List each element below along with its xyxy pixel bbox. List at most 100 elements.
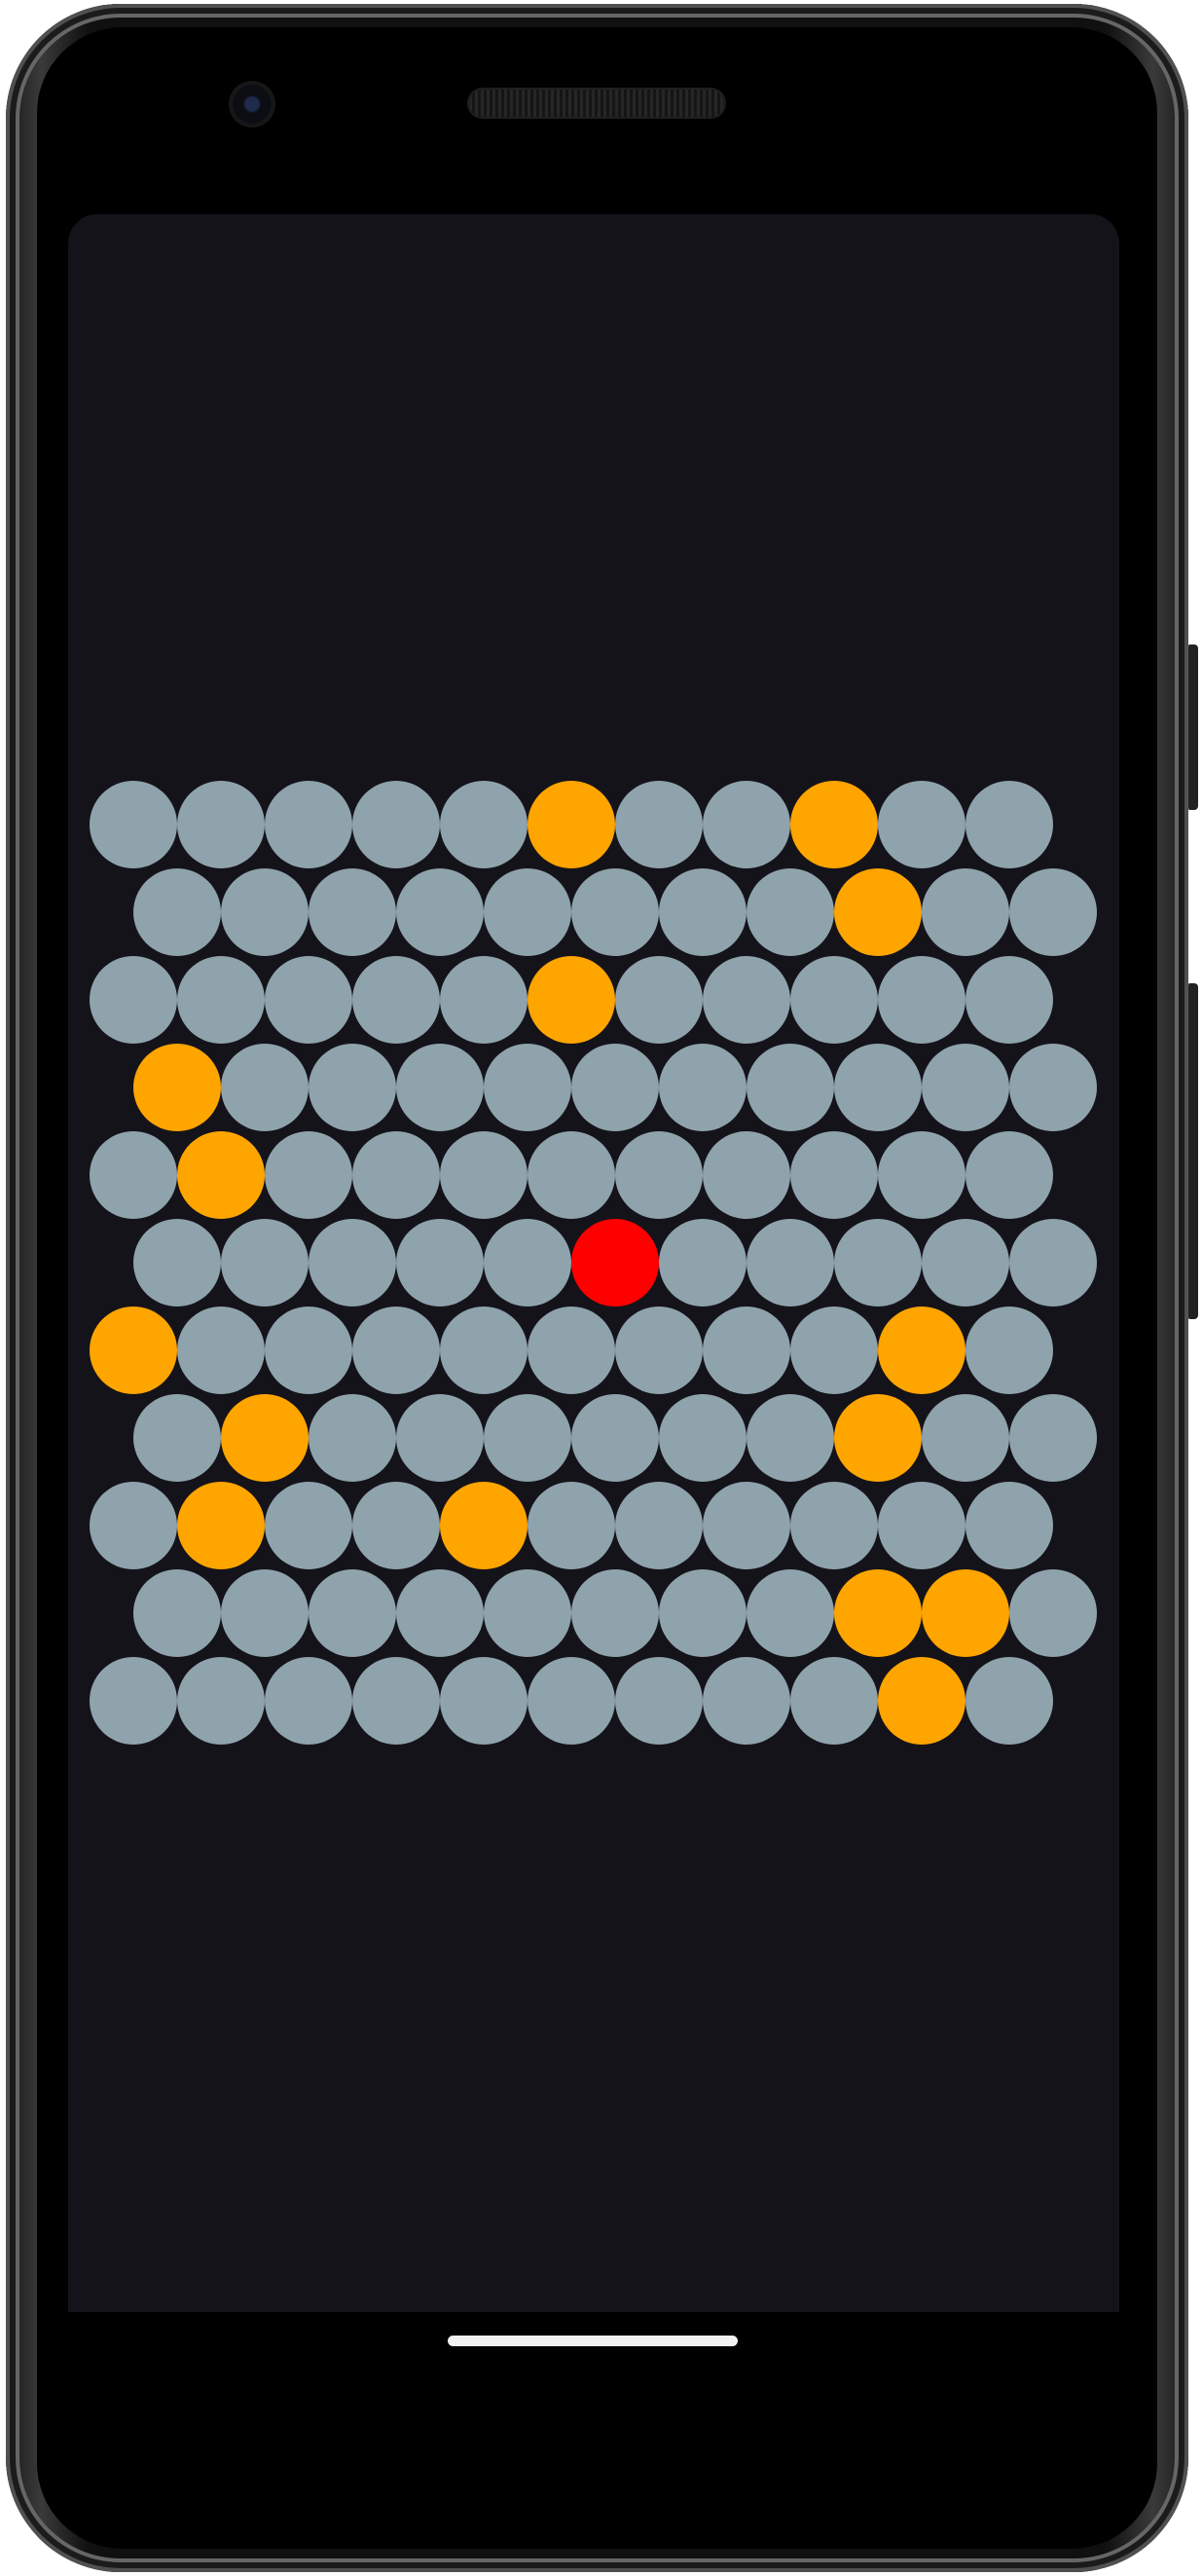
empty-circle[interactable] bbox=[309, 1394, 396, 1482]
empty-circle[interactable] bbox=[484, 1044, 571, 1131]
empty-circle[interactable] bbox=[1009, 1219, 1097, 1306]
empty-circle[interactable] bbox=[571, 1394, 659, 1482]
empty-circle[interactable] bbox=[922, 1044, 1009, 1131]
empty-circle[interactable] bbox=[440, 1131, 528, 1219]
empty-circle[interactable] bbox=[484, 1569, 571, 1657]
empty-circle[interactable] bbox=[834, 1044, 922, 1131]
empty-circle[interactable] bbox=[834, 1219, 922, 1306]
empty-circle[interactable] bbox=[615, 1306, 703, 1394]
empty-circle[interactable] bbox=[528, 1482, 615, 1569]
empty-circle[interactable] bbox=[615, 781, 703, 868]
empty-circle[interactable] bbox=[90, 781, 177, 868]
empty-circle[interactable] bbox=[309, 868, 396, 956]
empty-circle[interactable] bbox=[221, 1044, 309, 1131]
empty-circle[interactable] bbox=[922, 868, 1009, 956]
empty-circle[interactable] bbox=[965, 1306, 1053, 1394]
empty-circle[interactable] bbox=[440, 781, 528, 868]
empty-circle[interactable] bbox=[790, 956, 878, 1044]
empty-circle[interactable] bbox=[221, 868, 309, 956]
empty-circle[interactable] bbox=[659, 1569, 747, 1657]
empty-circle[interactable] bbox=[615, 1131, 703, 1219]
empty-circle[interactable] bbox=[484, 868, 571, 956]
empty-circle[interactable] bbox=[703, 781, 790, 868]
empty-circle[interactable] bbox=[440, 956, 528, 1044]
empty-circle[interactable] bbox=[352, 1131, 440, 1219]
empty-circle[interactable] bbox=[703, 1306, 790, 1394]
empty-circle[interactable] bbox=[309, 1569, 396, 1657]
empty-circle[interactable] bbox=[221, 1569, 309, 1657]
empty-circle[interactable] bbox=[659, 1044, 747, 1131]
empty-circle[interactable] bbox=[90, 1482, 177, 1569]
empty-circle[interactable] bbox=[965, 1482, 1053, 1569]
empty-circle[interactable] bbox=[440, 1306, 528, 1394]
empty-circle[interactable] bbox=[878, 1131, 965, 1219]
empty-circle[interactable] bbox=[352, 956, 440, 1044]
empty-circle[interactable] bbox=[790, 1306, 878, 1394]
empty-circle[interactable] bbox=[659, 1394, 747, 1482]
empty-circle[interactable] bbox=[922, 1394, 1009, 1482]
empty-circle[interactable] bbox=[221, 1219, 309, 1306]
empty-circle[interactable] bbox=[790, 1131, 878, 1219]
empty-circle[interactable] bbox=[965, 1131, 1053, 1219]
empty-circle[interactable] bbox=[265, 1657, 352, 1745]
empty-circle[interactable] bbox=[1009, 1569, 1097, 1657]
empty-circle[interactable] bbox=[396, 1569, 484, 1657]
empty-circle[interactable] bbox=[440, 1657, 528, 1745]
empty-circle[interactable] bbox=[133, 1569, 221, 1657]
empty-circle[interactable] bbox=[177, 781, 265, 868]
empty-circle[interactable] bbox=[396, 1219, 484, 1306]
empty-circle[interactable] bbox=[703, 956, 790, 1044]
empty-circle[interactable] bbox=[352, 781, 440, 868]
empty-circle[interactable] bbox=[396, 1044, 484, 1131]
empty-circle[interactable] bbox=[747, 1569, 834, 1657]
empty-circle[interactable] bbox=[90, 1131, 177, 1219]
empty-circle[interactable] bbox=[352, 1306, 440, 1394]
empty-circle[interactable] bbox=[528, 1131, 615, 1219]
empty-circle[interactable] bbox=[265, 781, 352, 868]
home-indicator[interactable] bbox=[448, 2336, 738, 2346]
empty-circle[interactable] bbox=[615, 956, 703, 1044]
empty-circle[interactable] bbox=[265, 1131, 352, 1219]
empty-circle[interactable] bbox=[1009, 1394, 1097, 1482]
empty-circle[interactable] bbox=[177, 1306, 265, 1394]
empty-circle[interactable] bbox=[747, 1044, 834, 1131]
empty-circle[interactable] bbox=[659, 1219, 747, 1306]
empty-circle[interactable] bbox=[265, 1306, 352, 1394]
empty-circle[interactable] bbox=[484, 1219, 571, 1306]
empty-circle[interactable] bbox=[878, 956, 965, 1044]
empty-circle[interactable] bbox=[90, 1657, 177, 1745]
empty-circle[interactable] bbox=[571, 1044, 659, 1131]
empty-circle[interactable] bbox=[528, 1657, 615, 1745]
empty-circle[interactable] bbox=[484, 1394, 571, 1482]
empty-circle[interactable] bbox=[396, 1394, 484, 1482]
empty-circle[interactable] bbox=[747, 1394, 834, 1482]
empty-circle[interactable] bbox=[1009, 868, 1097, 956]
empty-circle[interactable] bbox=[703, 1131, 790, 1219]
empty-circle[interactable] bbox=[309, 1044, 396, 1131]
empty-circle[interactable] bbox=[747, 1219, 834, 1306]
empty-circle[interactable] bbox=[133, 1219, 221, 1306]
empty-circle[interactable] bbox=[747, 868, 834, 956]
empty-circle[interactable] bbox=[790, 1657, 878, 1745]
empty-circle[interactable] bbox=[878, 781, 965, 868]
empty-circle[interactable] bbox=[133, 868, 221, 956]
empty-circle[interactable] bbox=[265, 956, 352, 1044]
empty-circle[interactable] bbox=[396, 868, 484, 956]
empty-circle[interactable] bbox=[571, 868, 659, 956]
empty-circle[interactable] bbox=[309, 1219, 396, 1306]
empty-circle[interactable] bbox=[177, 1657, 265, 1745]
empty-circle[interactable] bbox=[133, 1394, 221, 1482]
empty-circle[interactable] bbox=[703, 1657, 790, 1745]
empty-circle[interactable] bbox=[615, 1657, 703, 1745]
empty-circle[interactable] bbox=[352, 1657, 440, 1745]
empty-circle[interactable] bbox=[528, 1306, 615, 1394]
empty-circle[interactable] bbox=[965, 1657, 1053, 1745]
empty-circle[interactable] bbox=[965, 781, 1053, 868]
empty-circle[interactable] bbox=[965, 956, 1053, 1044]
empty-circle[interactable] bbox=[922, 1219, 1009, 1306]
empty-circle[interactable] bbox=[703, 1482, 790, 1569]
empty-circle[interactable] bbox=[571, 1569, 659, 1657]
empty-circle[interactable] bbox=[790, 1482, 878, 1569]
empty-circle[interactable] bbox=[90, 956, 177, 1044]
empty-circle[interactable] bbox=[265, 1482, 352, 1569]
